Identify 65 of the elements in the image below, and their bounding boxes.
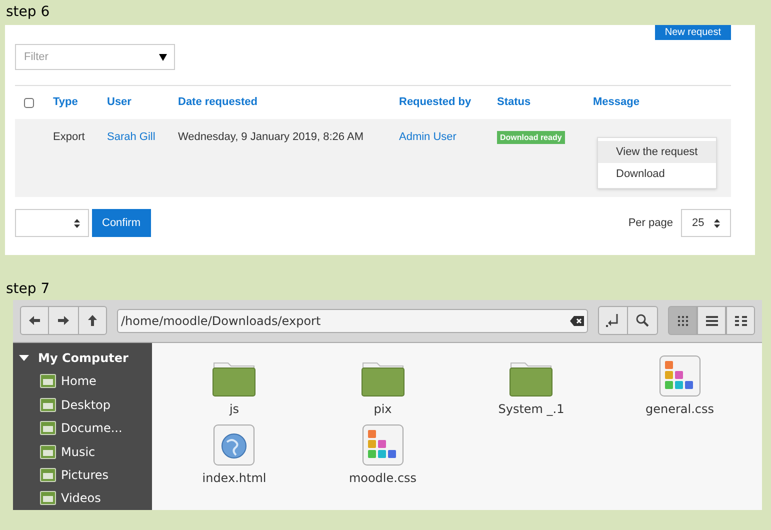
- web-page-icon: [213, 424, 256, 466]
- view-mode-button[interactable]: [697, 306, 726, 336]
- step-label: step 6: [6, 3, 50, 22]
- column-header[interactable]: User: [107, 94, 178, 111]
- expanded-triangle-icon[interactable]: [19, 354, 29, 361]
- file-name[interactable]: pix: [374, 400, 392, 418]
- folder-icon: [40, 491, 56, 506]
- sidebar-item[interactable]: Desktop: [13, 393, 152, 416]
- menu-item[interactable]: Download: [598, 163, 716, 185]
- confirm-button[interactable]: Confirm: [92, 209, 151, 237]
- select-all-checkbox[interactable]: [24, 98, 34, 108]
- compact-view-icon: [734, 316, 746, 326]
- table-cell-text: Export: [53, 130, 86, 145]
- file-name[interactable]: moodle.css: [348, 468, 417, 487]
- per-page-label: Per page: [628, 216, 673, 231]
- location-field[interactable]: /home/moodle/Downloads/export: [117, 308, 588, 333]
- column-header[interactable]: Date requested: [178, 94, 399, 111]
- user-link[interactable]: Admin User: [399, 129, 497, 146]
- new-request-button[interactable]: New request: [654, 25, 731, 40]
- column-header[interactable]: Type: [53, 94, 107, 111]
- folder-icon: [40, 421, 56, 436]
- left-arrow-icon: [29, 316, 40, 326]
- menu-item[interactable]: View the request: [598, 141, 716, 163]
- folder-icon: [40, 398, 56, 412]
- sidebar-item[interactable]: Music: [13, 440, 152, 464]
- stylesheet-icon: [362, 424, 404, 466]
- user-link[interactable]: Sarah Gill: [107, 129, 178, 146]
- view-mode-button[interactable]: [668, 306, 697, 336]
- table-cell-text: Wednesday, 9 January 2019, 8:26 AM: [178, 130, 364, 145]
- toggle-location-button[interactable]: [598, 306, 628, 336]
- column-header[interactable]: Status: [497, 94, 593, 111]
- sidebar-item[interactable]: Home: [13, 370, 152, 394]
- stylesheet-icon: [658, 354, 701, 397]
- sort-arrows-icon: [74, 218, 80, 228]
- list-view-icon: [706, 316, 718, 326]
- per-page-select[interactable]: 25: [681, 209, 731, 237]
- search-button[interactable]: [628, 306, 658, 336]
- sidebar-item[interactable]: Videos: [13, 486, 152, 510]
- forward-button[interactable]: [49, 306, 78, 336]
- folder-icon: [40, 444, 56, 459]
- sort-arrows-icon: [714, 218, 720, 228]
- sidebar-item[interactable]: Docume...: [13, 416, 152, 440]
- dropdown-arrow-icon: [159, 54, 167, 61]
- step-label: step 7: [6, 280, 50, 299]
- column-header[interactable]: Requested by: [399, 94, 497, 111]
- folder-icon: [40, 374, 56, 388]
- file-name[interactable]: System _.1: [498, 400, 564, 418]
- status-badge: Download ready: [497, 131, 565, 144]
- search-icon: [636, 314, 649, 328]
- return-arrow-icon: [606, 314, 620, 328]
- clear-icon: [570, 316, 584, 326]
- back-button[interactable]: [20, 306, 49, 336]
- up-button[interactable]: [78, 306, 107, 336]
- sidebar-heading: My Computer: [38, 350, 128, 367]
- filter-field[interactable]: Filter: [15, 44, 175, 70]
- file-name[interactable]: index.html: [202, 468, 266, 487]
- up-arrow-icon: [88, 315, 97, 326]
- grid-view-icon: [676, 314, 688, 327]
- file-name[interactable]: js: [229, 400, 240, 418]
- folder-icon: [40, 468, 56, 482]
- right-arrow-icon: [58, 316, 69, 326]
- sidebar-item[interactable]: Pictures: [13, 463, 152, 487]
- view-mode-button[interactable]: [726, 306, 755, 336]
- file-name[interactable]: general.css: [645, 400, 714, 418]
- column-header[interactable]: Message: [593, 94, 731, 111]
